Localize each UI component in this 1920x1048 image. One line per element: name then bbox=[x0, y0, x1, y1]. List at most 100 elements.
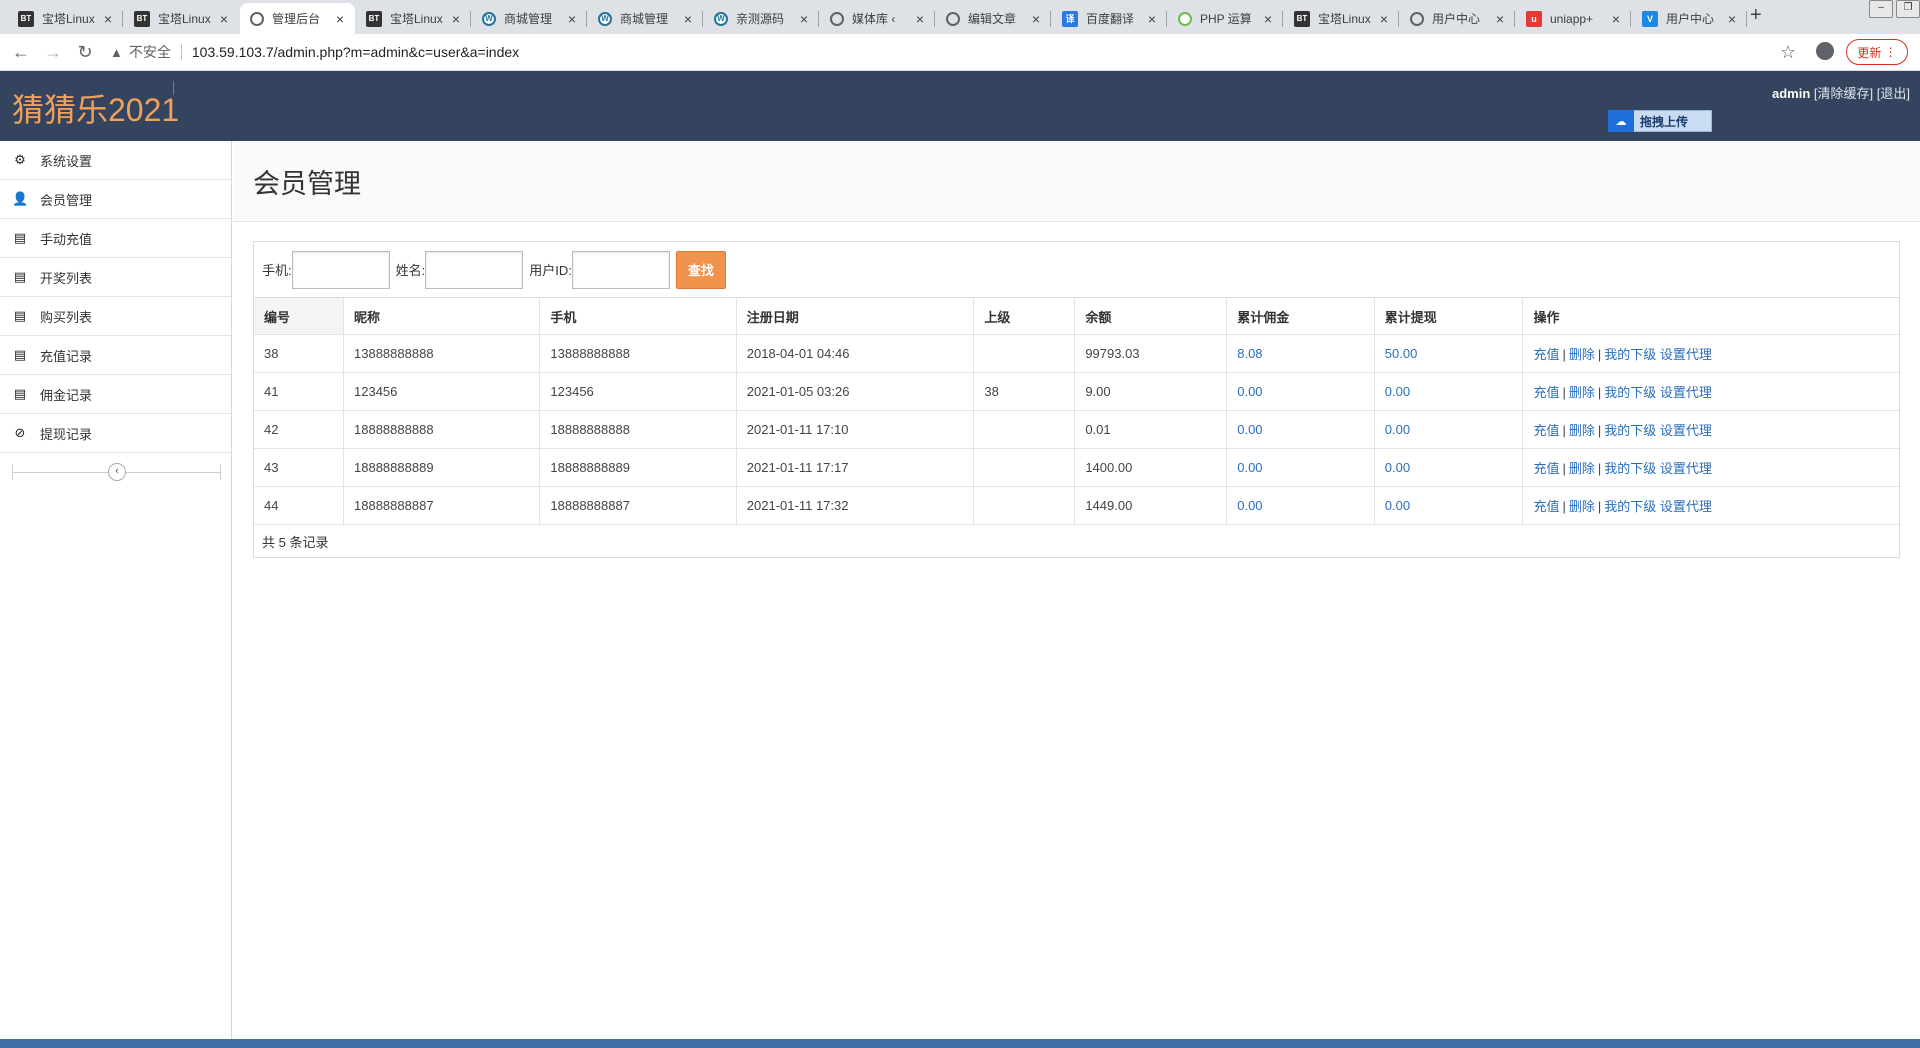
action-separator: | bbox=[1562, 347, 1566, 362]
recharge-link[interactable]: 充值 bbox=[1533, 385, 1559, 400]
name-input[interactable] bbox=[425, 250, 524, 289]
browser-tab[interactable]: PHP 运算 × bbox=[1168, 3, 1283, 34]
browser-tab[interactable]: W 商城管理 × bbox=[472, 3, 587, 34]
tab-close-icon[interactable]: × bbox=[333, 11, 347, 27]
tab-title: 宝塔Linux bbox=[42, 12, 95, 26]
tab-close-icon[interactable]: × bbox=[1725, 11, 1739, 27]
new-tab-button[interactable]: + bbox=[1750, 4, 1762, 27]
set-agent-link[interactable]: 设置代理 bbox=[1660, 499, 1712, 514]
bookmark-star-icon[interactable]: ☆ bbox=[1780, 42, 1796, 63]
userid-input[interactable] bbox=[571, 250, 670, 289]
browser-tab[interactable]: 媒体库 ‹ × bbox=[820, 3, 935, 34]
set-agent-link[interactable]: 设置代理 bbox=[1660, 423, 1712, 438]
row-actions: 充值 | 删除 | 我的下级 设置代理 bbox=[1522, 410, 1899, 449]
sidebar-item[interactable]: ▤ 购买列表 bbox=[0, 297, 231, 336]
table-cell[interactable]: 8.08 bbox=[1226, 334, 1375, 373]
table-cell[interactable]: 0.00 bbox=[1226, 410, 1375, 449]
browser-tab[interactable]: BT 宝塔Linux × bbox=[356, 3, 471, 34]
table-cell[interactable]: 0.00 bbox=[1226, 486, 1375, 525]
tab-favicon-icon: W bbox=[598, 11, 612, 26]
collapse-sidebar-icon[interactable]: ‹ bbox=[108, 463, 126, 481]
tab-close-icon[interactable]: × bbox=[1377, 11, 1391, 27]
restore-icon[interactable]: ❐ bbox=[1896, 0, 1920, 18]
tab-close-icon[interactable]: × bbox=[217, 11, 231, 27]
sidebar-item[interactable]: 👤 会员管理 bbox=[0, 180, 231, 219]
table-cell: 44 bbox=[254, 486, 345, 525]
table-cell: 18888888889 bbox=[343, 448, 541, 487]
subordinates-link[interactable]: 我的下级 bbox=[1604, 347, 1656, 362]
address-bar[interactable]: ▲ 不安全 103.59.103.7/admin.php?m=admin&c=u… bbox=[110, 38, 1910, 66]
sidebar-item[interactable]: ▤ 开奖列表 bbox=[0, 258, 231, 297]
delete-link[interactable]: 删除 bbox=[1569, 423, 1595, 438]
sidebar-item[interactable]: ⊘ 提现记录 bbox=[0, 414, 231, 453]
table-cell[interactable]: 0.00 bbox=[1226, 448, 1375, 487]
tab-close-icon[interactable]: × bbox=[1493, 11, 1507, 27]
table-cell[interactable]: 0.00 bbox=[1374, 372, 1524, 411]
table-cell bbox=[973, 486, 1076, 525]
sidebar-item[interactable]: ▤ 充值记录 bbox=[0, 336, 231, 375]
browser-tab[interactable]: u uniapp+ × bbox=[1516, 3, 1631, 34]
table-cell[interactable]: 0.00 bbox=[1374, 410, 1524, 449]
browser-tab[interactable]: 译百度翻译 × bbox=[1052, 3, 1167, 34]
minimize-icon[interactable]: – bbox=[1869, 0, 1893, 18]
delete-link[interactable]: 删除 bbox=[1569, 347, 1595, 362]
tab-favicon-icon bbox=[830, 11, 844, 26]
tab-close-icon[interactable]: × bbox=[1261, 11, 1275, 27]
table-row: 38 13888888888 13888888888 2018-04-01 04:46… bbox=[254, 334, 1899, 373]
table-cell: 1400.00 bbox=[1074, 448, 1228, 487]
url-text[interactable]: 103.59.103.7/admin.php?m=admin&c=user&a=… bbox=[192, 44, 519, 60]
drag-upload-button[interactable]: ☁ 拖拽上传 bbox=[1608, 110, 1712, 132]
profile-avatar-icon[interactable] bbox=[1816, 42, 1834, 60]
table-cell[interactable]: 0.00 bbox=[1374, 486, 1524, 525]
recharge-link[interactable]: 充值 bbox=[1533, 347, 1559, 362]
browser-tab[interactable]: 编辑文章 × bbox=[936, 3, 1051, 34]
sidebar-item[interactable]: ▤ 佣金记录 bbox=[0, 375, 231, 414]
browser-tab[interactable]: W 亲测源码 × bbox=[704, 3, 819, 34]
subordinates-link[interactable]: 我的下级 bbox=[1604, 461, 1656, 476]
set-agent-link[interactable]: 设置代理 bbox=[1660, 347, 1712, 362]
update-button[interactable]: 更新 ⋮ bbox=[1846, 39, 1908, 65]
table-cell[interactable]: 0.00 bbox=[1226, 372, 1375, 411]
tab-close-icon[interactable]: × bbox=[1145, 11, 1159, 27]
tab-close-icon[interactable]: × bbox=[913, 11, 927, 27]
logout-link[interactable]: [退出] bbox=[1877, 86, 1910, 101]
action-separator: | bbox=[1597, 423, 1602, 438]
clear-cache-link[interactable]: [清除缓存] bbox=[1814, 86, 1873, 101]
subordinates-link[interactable]: 我的下级 bbox=[1604, 423, 1656, 438]
tab-close-icon[interactable]: × bbox=[797, 11, 811, 27]
reload-icon[interactable]: ↻ bbox=[74, 42, 96, 63]
tab-close-icon[interactable]: × bbox=[101, 11, 115, 27]
browser-tab[interactable]: W 商城管理 × bbox=[588, 3, 703, 34]
set-agent-link[interactable]: 设置代理 bbox=[1660, 461, 1712, 476]
recharge-link[interactable]: 充值 bbox=[1533, 461, 1559, 476]
back-icon[interactable]: ← bbox=[10, 42, 32, 63]
search-button[interactable]: 查找 bbox=[675, 250, 726, 289]
action-separator: | bbox=[1597, 347, 1602, 362]
delete-link[interactable]: 删除 bbox=[1569, 385, 1595, 400]
sidebar-item[interactable]: ▤ 手动充值 bbox=[0, 219, 231, 258]
recharge-link[interactable]: 充值 bbox=[1533, 499, 1559, 514]
subordinates-link[interactable]: 我的下级 bbox=[1604, 499, 1656, 514]
forward-icon[interactable]: → bbox=[42, 42, 64, 63]
browser-tab[interactable]: BT 宝塔Linux × bbox=[1284, 3, 1399, 34]
page-title: 会员管理 bbox=[253, 168, 361, 199]
sidebar-item[interactable]: ⚙ 系统设置 bbox=[0, 141, 231, 180]
set-agent-link[interactable]: 设置代理 bbox=[1660, 385, 1712, 400]
browser-tab[interactable]: BT 宝塔Linux × bbox=[124, 3, 239, 34]
table-cell[interactable]: 0.00 bbox=[1374, 448, 1524, 487]
tab-close-icon[interactable]: × bbox=[1029, 11, 1043, 27]
subordinates-link[interactable]: 我的下级 bbox=[1604, 385, 1656, 400]
tab-close-icon[interactable]: × bbox=[1609, 11, 1623, 27]
phone-input[interactable] bbox=[291, 250, 390, 289]
browser-tab[interactable]: V 用户中心 × bbox=[1632, 3, 1747, 34]
tab-close-icon[interactable]: × bbox=[565, 11, 579, 27]
browser-tab[interactable]: 用户中心 × bbox=[1400, 3, 1515, 34]
recharge-link[interactable]: 充值 bbox=[1533, 423, 1559, 438]
delete-link[interactable]: 删除 bbox=[1569, 461, 1595, 476]
table-cell[interactable]: 50.00 bbox=[1374, 334, 1524, 373]
delete-link[interactable]: 删除 bbox=[1569, 499, 1595, 514]
browser-tab[interactable]: 管理后台 × bbox=[240, 3, 355, 34]
browser-tab[interactable]: BT 宝塔Linux × bbox=[8, 3, 123, 34]
tab-close-icon[interactable]: × bbox=[681, 11, 695, 27]
tab-close-icon[interactable]: × bbox=[449, 11, 463, 27]
